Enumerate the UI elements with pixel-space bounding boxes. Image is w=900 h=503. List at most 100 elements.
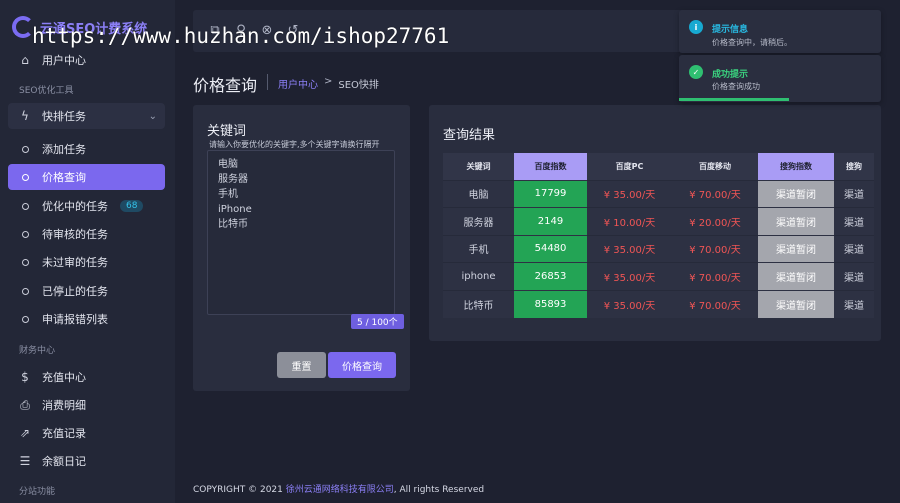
count-badge: 68 [120, 200, 144, 212]
sidebar-item-label: 待审核的任务 [42, 228, 108, 241]
sidebar-item-label: 未过审的任务 [42, 256, 108, 269]
sidebar-item-recharge-records[interactable]: ⇗ 充值记录 [8, 420, 165, 446]
keyword-line: 电脑 [218, 159, 238, 170]
breadcrumb-current: SEO快排 [338, 80, 379, 91]
circle-icon [22, 287, 29, 295]
column-header: 关键词 [443, 153, 514, 180]
sidebar: 云通SEO计费系统 ⌂ 用户中心 SEO优化工具 ϟ 快排任务 ⌄ 添加任务 价… [0, 0, 175, 503]
sidebar-group-fast-rank[interactable]: ϟ 快排任务 ⌄ [8, 103, 165, 129]
notification-message: 价格查询成功 [712, 82, 760, 91]
cell-baidu-mobile: ¥ 70.00/天 [672, 289, 758, 318]
divider [267, 74, 268, 90]
cell-baidu-pc: ¥ 35.00/天 [587, 234, 672, 263]
cell-baidu-index: 85893 [514, 289, 587, 318]
page-title: 价格查询 [193, 76, 258, 95]
cell-keyword: 服务器 [443, 207, 514, 235]
table-row: 服务器 2149 ¥ 10.00/天 ¥ 20.00/天 渠道暂闭 渠道 [443, 207, 874, 235]
sidebar-item-spending-details[interactable]: ⎙ 消费明细 [8, 392, 165, 418]
breadcrumb: 用户中心 > SEO快排 [278, 76, 379, 91]
reset-button[interactable]: 重置 [277, 352, 326, 378]
sidebar-item-error-reports[interactable]: 申请报错列表 [8, 306, 165, 332]
sidebar-item-add-task[interactable]: 添加任务 [8, 136, 165, 162]
results-card: 查询结果 关键词 百度指数 百度PC 百度移动 搜狗指数 搜狗 电脑 17799… [429, 105, 881, 341]
bolt-icon: ϟ [21, 109, 29, 123]
check-icon: ✓ [689, 65, 703, 79]
sidebar-item-price-query[interactable]: 价格查询 [8, 164, 165, 190]
keyword-line: iPhone [218, 204, 252, 215]
cell-baidu-index: 17799 [514, 179, 587, 208]
cell-baidu-pc: ¥ 35.00/天 [587, 289, 672, 318]
sidebar-item-pending-review[interactable]: 待审核的任务 [8, 221, 165, 247]
sidebar-item-label: 消费明细 [42, 399, 86, 412]
notification-progress-bar [679, 98, 789, 101]
results-title: 查询结果 [443, 128, 496, 143]
column-header: 百度PC [587, 153, 672, 180]
cell-baidu-mobile: ¥ 20.00/天 [672, 207, 758, 235]
column-header: 百度指数 [514, 153, 587, 180]
notification-title: 提示信息 [712, 25, 749, 35]
keyword-line: 手机 [218, 189, 238, 200]
sidebar-item-label: 价格查询 [42, 171, 86, 184]
price-query-button[interactable]: 价格查询 [328, 352, 396, 378]
info-notification[interactable]: i 提示信息 价格查询中，请稍后。 [679, 10, 881, 53]
keyword-count-badge: 5 / 100个 [351, 314, 404, 329]
circle-icon [22, 145, 29, 153]
footer-copyright: COPYRIGHT © 2021 徐州云通网络科技有限公司, All right… [193, 482, 484, 495]
cell-sogou-index: 渠道暂闭 [758, 289, 834, 318]
sidebar-item-balance-log[interactable]: ☰ 余额日记 [8, 448, 165, 474]
cell-keyword: 手机 [443, 234, 514, 263]
table-header-row: 关键词 百度指数 百度PC 百度移动 搜狗指数 搜狗 [443, 153, 874, 180]
sidebar-item-label: 余额日记 [42, 455, 86, 468]
success-notification[interactable]: ✓ 成功提示 价格查询成功 [679, 55, 881, 102]
cell-sogou: 渠道 [834, 289, 874, 318]
results-table: 关键词 百度指数 百度PC 百度移动 搜狗指数 搜狗 电脑 17799 ¥ 35… [443, 153, 874, 318]
dollar-icon: $ [21, 370, 29, 384]
printer-icon: ⎙ [20, 397, 30, 412]
circle-icon [22, 315, 29, 323]
sidebar-item-stopped[interactable]: 已停止的任务 [8, 278, 165, 304]
sidebar-item-recharge-center[interactable]: $ 充值中心 [8, 364, 165, 390]
cell-baidu-pc: ¥ 35.00/天 [587, 179, 672, 208]
keyword-hint: 请输入你要优化的关键字,多个关键字请换行隔开 [209, 140, 380, 149]
column-header: 搜狗指数 [758, 153, 834, 180]
cell-sogou-index: 渠道暂闭 [758, 262, 834, 290]
circle-icon [22, 230, 29, 238]
sidebar-section-substation: 分站功能 [19, 487, 56, 497]
circle-icon [22, 202, 29, 210]
notification-message: 价格查询中，请稍后。 [712, 38, 792, 47]
cell-baidu-mobile: ¥ 70.00/天 [672, 262, 758, 290]
sidebar-item-optimizing[interactable]: 优化中的任务 68 [8, 193, 165, 219]
logo-icon [12, 16, 34, 38]
keyword-line: 服务器 [218, 174, 248, 185]
table-row: 比特币 85893 ¥ 35.00/天 ¥ 70.00/天 渠道暂闭 渠道 [443, 289, 874, 318]
column-header: 百度移动 [672, 153, 758, 180]
cell-sogou: 渠道 [834, 179, 874, 208]
cell-sogou: 渠道 [834, 234, 874, 263]
breadcrumb-link[interactable]: 用户中心 [278, 76, 318, 91]
cell-sogou-index: 渠道暂闭 [758, 207, 834, 235]
cell-keyword: 电脑 [443, 179, 514, 208]
company-link[interactable]: 徐州云通网络科技有限公司 [286, 485, 394, 495]
list-icon: ☰ [19, 454, 31, 468]
cell-keyword: 比特币 [443, 289, 514, 318]
cell-baidu-index: 2149 [514, 207, 587, 235]
sidebar-section-finance: 财务中心 [19, 346, 56, 356]
table-row: 手机 54480 ¥ 35.00/天 ¥ 70.00/天 渠道暂闭 渠道 [443, 234, 874, 263]
sidebar-item-label: 申请报错列表 [42, 313, 108, 326]
circle-icon [22, 173, 29, 181]
copyright-suffix: , All rights Reserved [393, 485, 485, 495]
keyword-line: 比特币 [218, 219, 248, 230]
sidebar-item-rejected[interactable]: 未过审的任务 [8, 249, 165, 275]
sidebar-item-label: 用户中心 [42, 54, 86, 67]
notification-title: 成功提示 [712, 70, 749, 80]
keyword-label: 关键词 [207, 124, 247, 139]
cell-baidu-mobile: ¥ 70.00/天 [672, 179, 758, 208]
sidebar-item-label: 优化中的任务 [42, 200, 108, 213]
sidebar-group-label: 快排任务 [42, 110, 86, 123]
circle-icon [22, 258, 29, 266]
keyword-textarea[interactable]: 电脑 服务器 手机 iPhone 比特币 [207, 150, 395, 315]
sidebar-item-user-center[interactable]: ⌂ 用户中心 [8, 47, 165, 73]
external-link-icon: ⇗ [19, 426, 31, 440]
cell-baidu-index: 54480 [514, 234, 587, 263]
sidebar-section-seo: SEO优化工具 [19, 86, 74, 96]
